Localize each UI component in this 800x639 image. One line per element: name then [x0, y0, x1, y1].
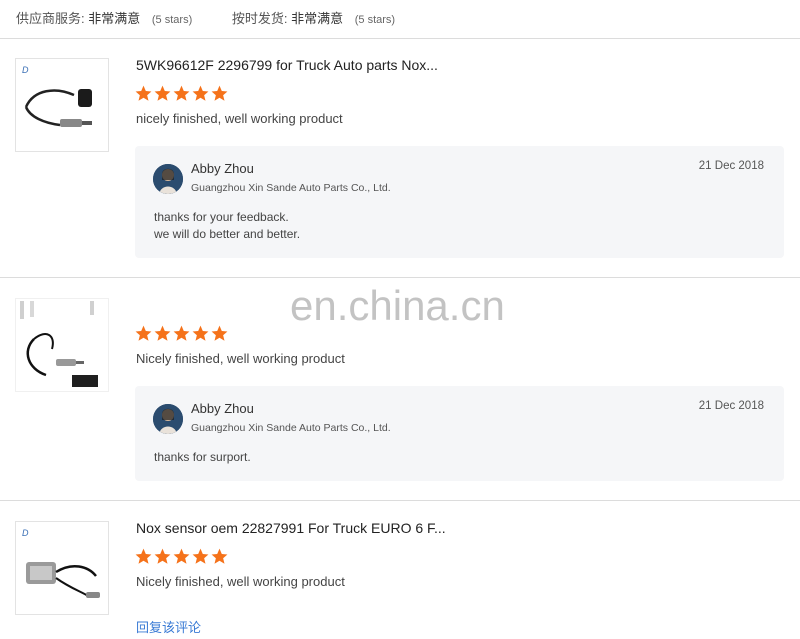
review-item: Nicely finished, well working product Ab… [0, 278, 800, 500]
product-thumbnail[interactable] [15, 298, 109, 392]
reply-text-line: thanks for your feedback. [154, 210, 289, 224]
star-icon [172, 84, 191, 103]
star-icon [191, 324, 210, 343]
review-comment: Nicely finished, well working product [136, 574, 345, 589]
reply-company: Guangzhou Xin Sande Auto Parts Co., Ltd. [191, 182, 391, 194]
star-icon [210, 84, 229, 103]
star-icon [172, 324, 191, 343]
star-icon [153, 324, 172, 343]
star-icon [153, 84, 172, 103]
star-icon [134, 84, 153, 103]
star-rating [134, 547, 229, 567]
review-comment: Nicely finished, well working product [136, 351, 345, 366]
seller-reply: Abby Zhou Guangzhou Xin Sande Auto Parts… [135, 146, 784, 258]
nox-sensor-image: D [22, 65, 92, 127]
star-icon [134, 324, 153, 343]
star-rating [134, 84, 229, 104]
nox-sensor-image [20, 301, 98, 387]
star-icon [172, 547, 191, 566]
star-icon [210, 547, 229, 566]
star-icon [134, 547, 153, 566]
on-time-delivery-rating: 按时发货: 非常满意 (5 stars) [231, 11, 396, 26]
review-item: D 5WK96612F 2296799 for Truck Auto parts… [0, 38, 800, 278]
reply-author-name: Abby Zhou [191, 401, 254, 416]
product-thumbnail[interactable]: D [15, 521, 109, 615]
avatar [153, 404, 183, 434]
reply-company: Guangzhou Xin Sande Auto Parts Co., Ltd. [191, 422, 391, 434]
review-comment: nicely finished, well working product [136, 111, 343, 126]
reply-date: 21 Dec 2018 [698, 400, 764, 412]
product-thumbnail[interactable]: D [15, 58, 109, 152]
reply-date: 21 Dec 2018 [698, 160, 764, 172]
nox-sensor-image: D [22, 528, 100, 598]
review-item: D Nox sensor oem 22827991 For Truck EURO… [0, 501, 800, 639]
svg-text:D: D [22, 65, 29, 75]
star-rating [134, 324, 229, 344]
svg-text:D: D [22, 528, 29, 538]
product-title[interactable]: Nox sensor oem 22827991 For Truck EURO 6… [136, 520, 446, 536]
reply-author-name: Abby Zhou [191, 161, 254, 176]
supplier-service-rating: 供应商服务: 非常满意 (5 stars) [16, 11, 193, 26]
rating-summary: 供应商服务: 非常满意 (5 stars) 按时发货: 非常满意 (5 star… [16, 8, 431, 27]
reply-text-line: we will do better and better. [154, 227, 301, 241]
star-icon [191, 547, 210, 566]
reply-text-line: thanks for surport. [154, 450, 251, 464]
star-icon [210, 324, 229, 343]
star-icon [191, 84, 210, 103]
reply-to-review-link[interactable]: 回复该评论 [136, 617, 201, 636]
avatar [153, 164, 183, 194]
star-icon [153, 547, 172, 566]
seller-reply: Abby Zhou Guangzhou Xin Sande Auto Parts… [135, 386, 784, 481]
product-title[interactable]: 5WK96612F 2296799 for Truck Auto parts N… [136, 57, 438, 73]
